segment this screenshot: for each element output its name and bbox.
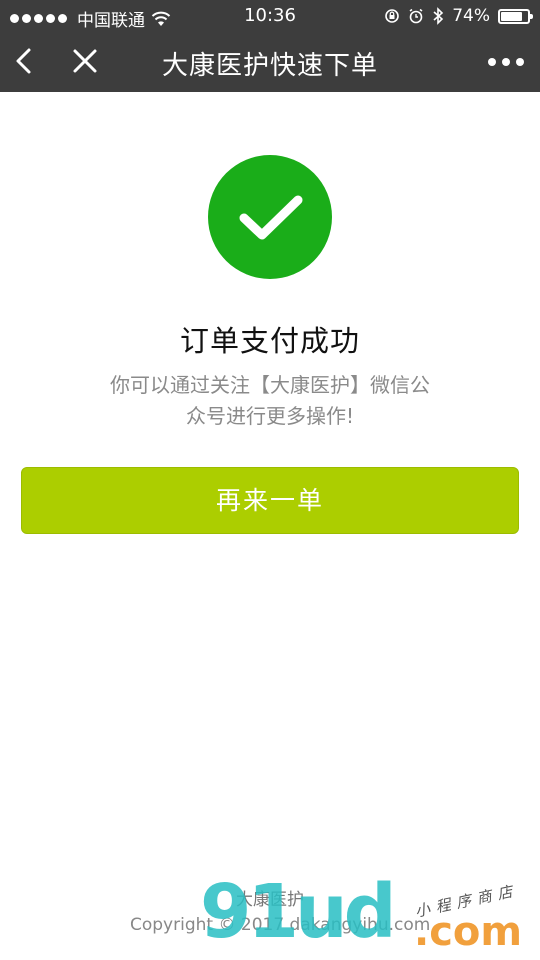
- order-again-button[interactable]: 再来一单: [21, 467, 519, 534]
- success-icon: [208, 155, 332, 279]
- alarm-icon: [409, 8, 423, 24]
- status-right: 74%: [384, 6, 533, 26]
- more-icon[interactable]: [486, 52, 526, 72]
- battery-icon: [498, 8, 533, 24]
- nav-bar: 大康医护快速下单: [0, 32, 540, 92]
- description-line: 你可以通过关注【大康医护】微信公: [110, 373, 430, 397]
- battery-fill: [501, 11, 522, 21]
- description-line: 众号进行更多操作!: [185, 404, 355, 428]
- watermark-domain: .com: [414, 909, 523, 955]
- watermark-logo: 91ud: [200, 869, 397, 955]
- check-icon: [239, 195, 303, 240]
- page-title: 大康医护快速下单: [161, 51, 378, 81]
- bluetooth-icon: [433, 7, 444, 25]
- success-title: 订单支付成功: [179, 324, 360, 358]
- battery-percent: 74%: [452, 6, 490, 26]
- success-description: 你可以通过关注【大康医护】微信公 众号进行更多操作!: [100, 370, 440, 432]
- status-bar: 中国联通 10:36 74%: [0, 0, 540, 32]
- orientation-lock-icon: [385, 9, 400, 23]
